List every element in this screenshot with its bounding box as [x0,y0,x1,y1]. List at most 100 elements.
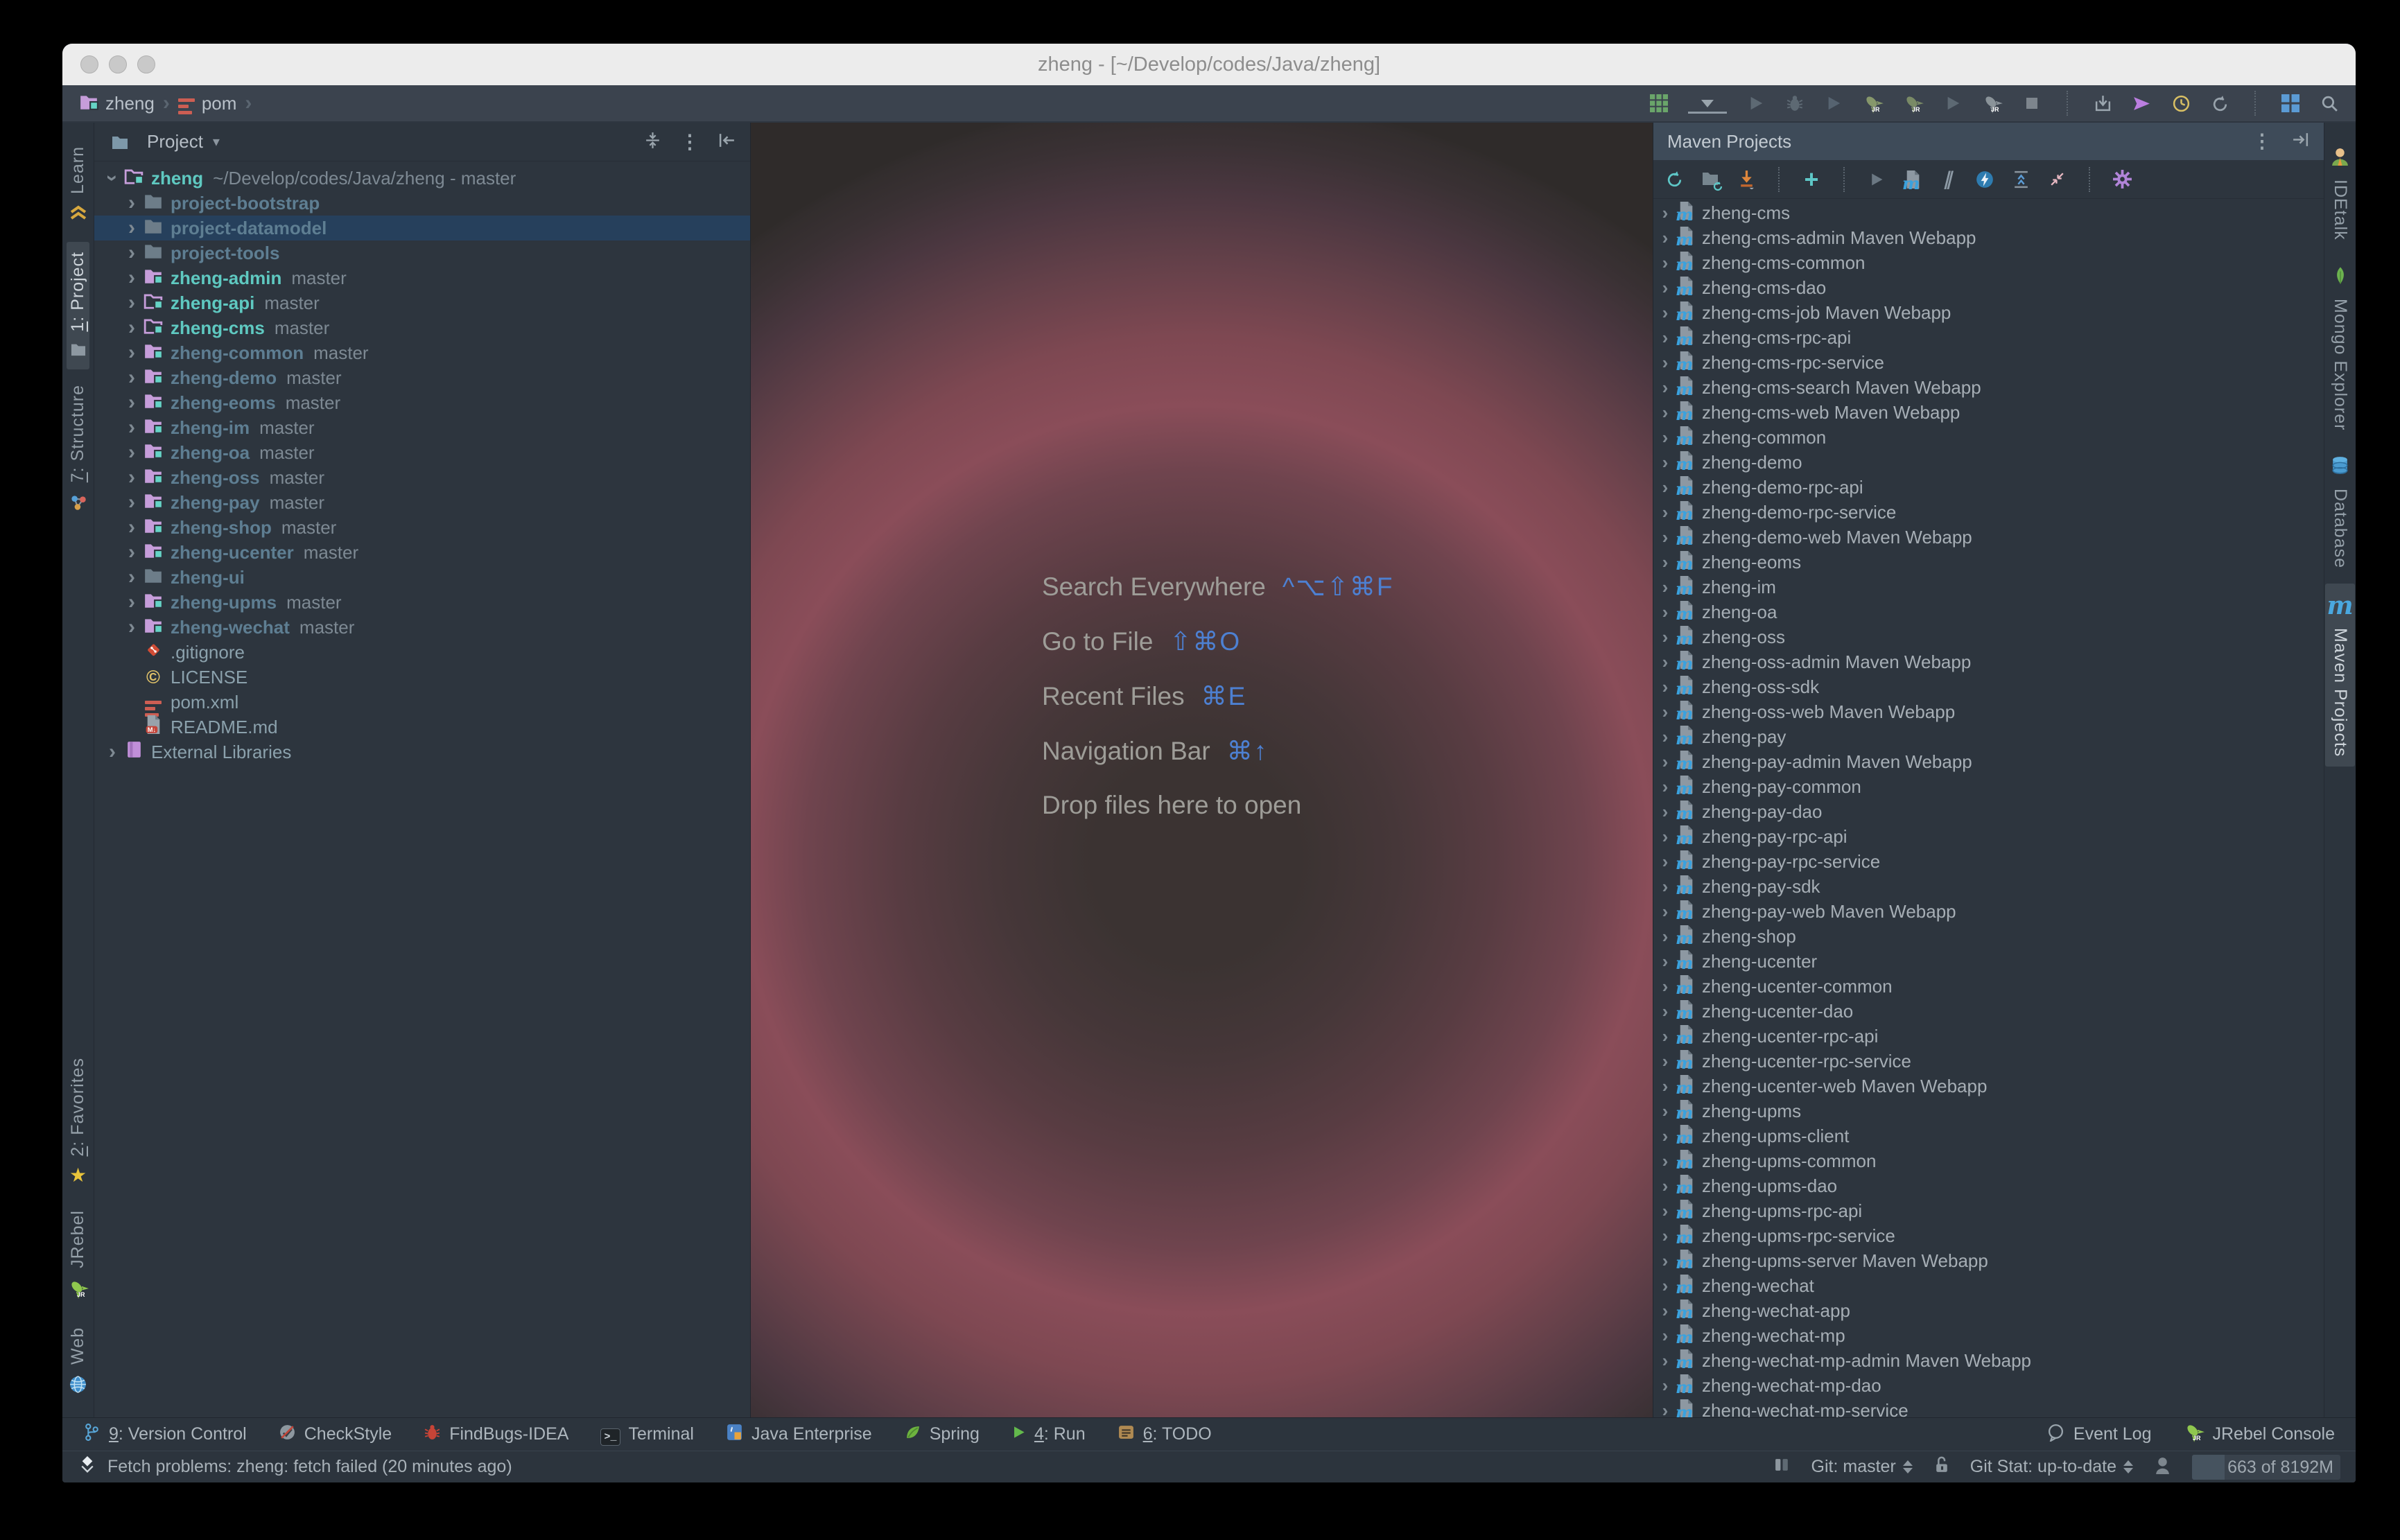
tool-window-button-web[interactable]: Web [67,1318,89,1408]
hide-right-icon[interactable] [2291,131,2310,152]
bottom-button-9-version-control[interactable]: 9: Version Control [83,1423,247,1446]
search-everywhere-icon[interactable] [2320,94,2339,113]
tree-chevron-icon[interactable]: › [122,193,141,213]
maven-module-zheng-pay-dao[interactable]: ›mzheng-pay-dao [1653,799,2324,824]
maven-module-zheng-ucenter-web-Maven-Webapp[interactable]: ›mzheng-ucenter-web Maven Webapp [1653,1074,2324,1099]
tree-chevron-icon[interactable]: › [1656,428,1674,446]
tree-chevron-icon[interactable]: › [122,392,141,413]
bottom-button-event-log[interactable]: Event Log [2046,1421,2152,1447]
tree-chevron-icon[interactable]: › [122,617,141,638]
project-tree-item-zheng-shop[interactable]: ›zheng-shopmaster [94,515,750,540]
tree-chevron-icon[interactable]: › [102,168,123,188]
tree-chevron-icon[interactable]: › [1656,653,1674,671]
run-coverage-disabled-icon[interactable] [1824,95,1843,112]
close-button[interactable] [80,55,98,73]
tree-chevron-icon[interactable]: › [1656,1202,1674,1220]
tree-chevron-icon[interactable]: › [122,367,141,388]
rerun-disabled-icon[interactable] [1943,95,1963,112]
project-tree-item-README-md[interactable]: ›M↓README.md [94,715,750,740]
tree-chevron-icon[interactable]: › [1656,927,1674,945]
jrebel-update-icon[interactable]: JR [1982,93,2003,114]
maven-module-zheng-wechat-mp-service[interactable]: ›mzheng-wechat-mp-service [1653,1398,2324,1417]
tree-chevron-icon[interactable]: › [1656,1077,1674,1095]
project-tree-item--gitignore[interactable]: ›.gitignore [94,640,750,665]
maven-module-zheng-cms-search-Maven-Webapp[interactable]: ›mzheng-cms-search Maven Webapp [1653,375,2324,400]
tree-chevron-icon[interactable]: › [1656,1376,1674,1394]
maven-module-zheng-oss-sdk[interactable]: ›mzheng-oss-sdk [1653,674,2324,699]
update-project-icon[interactable] [2093,94,2112,113]
tree-chevron-icon[interactable]: › [122,292,141,313]
tree-chevron-icon[interactable]: › [1656,1102,1674,1120]
tree-chevron-icon[interactable]: › [103,742,122,762]
maven-module-zheng-pay-admin-Maven-Webapp[interactable]: ›mzheng-pay-admin Maven Webapp [1653,749,2324,774]
project-tree-item-zheng-api[interactable]: ›zheng-apimaster [94,290,750,315]
tree-chevron-icon[interactable]: › [122,218,141,238]
maven-module-zheng-cms-dao[interactable]: ›mzheng-cms-dao [1653,275,2324,300]
maven-module-zheng-im[interactable]: ›mzheng-im [1653,575,2324,600]
run-grey-icon[interactable] [1867,172,1886,187]
split-columns-icon[interactable] [1773,1457,1791,1478]
tool-window-button-2-favorites[interactable]: 2: Favorites★ [67,1048,89,1196]
tree-chevron-icon[interactable]: › [122,517,141,538]
tree-chevron-icon[interactable]: › [122,567,141,588]
maven-profiles-icon[interactable]: m [1903,170,1922,189]
tree-chevron-icon[interactable]: › [1656,453,1674,471]
tree-chevron-icon[interactable]: › [1656,1252,1674,1270]
project-tree-item-zheng[interactable]: ›zheng~/Develop/codes/Java/zheng - maste… [94,166,750,191]
maven-module-zheng-pay-sdk[interactable]: ›mzheng-pay-sdk [1653,874,2324,899]
project-tree-item-zheng-ui[interactable]: ›zheng-ui [94,565,750,590]
tree-chevron-icon[interactable]: › [122,442,141,463]
maven-module-zheng-demo-rpc-api[interactable]: ›mzheng-demo-rpc-api [1653,475,2324,500]
tree-chevron-icon[interactable]: › [1656,803,1674,821]
tree-chevron-icon[interactable]: › [122,317,141,338]
maven-module-zheng-wechat-mp-admin-Maven-Webapp[interactable]: ›mzheng-wechat-mp-admin Maven Webapp [1653,1348,2324,1373]
generate-sources-icon[interactable] [1701,170,1720,189]
tree-chevron-icon[interactable]: › [1656,378,1674,396]
tree-chevron-icon[interactable]: › [1656,603,1674,621]
project-tree-item-zheng-demo[interactable]: ›zheng-demomaster [94,365,750,390]
bottom-button-6-todo[interactable]: 6: TODO [1118,1424,1212,1446]
chevron-down-icon[interactable]: ▾ [213,133,220,150]
tree-chevron-icon[interactable]: › [122,592,141,613]
tree-chevron-icon[interactable]: › [1656,728,1674,746]
maven-module-zheng-shop[interactable]: ›mzheng-shop [1653,924,2324,949]
tree-chevron-icon[interactable]: › [1656,1302,1674,1320]
hide-left-icon[interactable] [718,132,736,152]
tree-chevron-icon[interactable]: › [1656,678,1674,696]
maven-module-zheng-demo-web-Maven-Webapp[interactable]: ›mzheng-demo-web Maven Webapp [1653,525,2324,550]
project-tree-item-pom-xml[interactable]: ›pom.xml [94,690,750,715]
project-tree-item-zheng-cms[interactable]: ›zheng-cmsmaster [94,315,750,340]
tree-chevron-icon[interactable]: › [1656,304,1674,322]
tree-chevron-icon[interactable]: › [1656,279,1674,297]
git-branch-widget[interactable]: Git: master [1811,1457,1913,1477]
deploy-purple-icon[interactable] [2132,95,2152,112]
bottom-button-terminal[interactable]: >_Terminal [600,1424,694,1444]
project-tree-item-project-bootstrap[interactable]: ›project-bootstrap [94,191,750,216]
tree-chevron-icon[interactable]: › [1656,478,1674,496]
tree-chevron-icon[interactable]: › [1656,204,1674,222]
tree-chevron-icon[interactable]: › [1656,578,1674,596]
add-cyan-icon[interactable]: + [1802,167,1821,192]
rollback-icon[interactable] [2210,94,2229,113]
tree-chevron-icon[interactable]: › [1656,1227,1674,1245]
maven-module-zheng-cms-common[interactable]: ›mzheng-cms-common [1653,250,2324,275]
maven-module-zheng-pay-common[interactable]: ›mzheng-pay-common [1653,774,2324,799]
debug-disabled-icon[interactable] [1785,94,1805,112]
hector-head-icon[interactable] [2154,1455,2171,1479]
maven-module-zheng-ucenter-rpc-api[interactable]: ›mzheng-ucenter-rpc-api [1653,1024,2324,1049]
maven-module-zheng-pay-rpc-service[interactable]: ›mzheng-pay-rpc-service [1653,849,2324,874]
tool-window-button-jrebel[interactable]: JRebelJR [67,1200,90,1312]
more-vertical-icon[interactable]: ⋮ [680,132,699,152]
tree-chevron-icon[interactable]: › [1656,1401,1674,1417]
tree-chevron-icon[interactable]: › [1656,877,1674,895]
maven-module-zheng-ucenter-dao[interactable]: ›mzheng-ucenter-dao [1653,999,2324,1024]
maven-module-zheng-wechat-mp-dao[interactable]: ›mzheng-wechat-mp-dao [1653,1373,2324,1398]
project-tree-item-zheng-upms[interactable]: ›zheng-upmsmaster [94,590,750,615]
tree-chevron-icon[interactable]: › [1656,1052,1674,1070]
maven-module-zheng-demo[interactable]: ›mzheng-demo [1653,450,2324,475]
tree-chevron-icon[interactable]: › [122,342,141,363]
project-tree-item-zheng-im[interactable]: ›zheng-immaster [94,415,750,440]
maven-module-zheng-demo-rpc-service[interactable]: ›mzheng-demo-rpc-service [1653,500,2324,525]
project-tree-item-zheng-ucenter[interactable]: ›zheng-ucentermaster [94,540,750,565]
tree-chevron-icon[interactable]: › [1656,977,1674,995]
